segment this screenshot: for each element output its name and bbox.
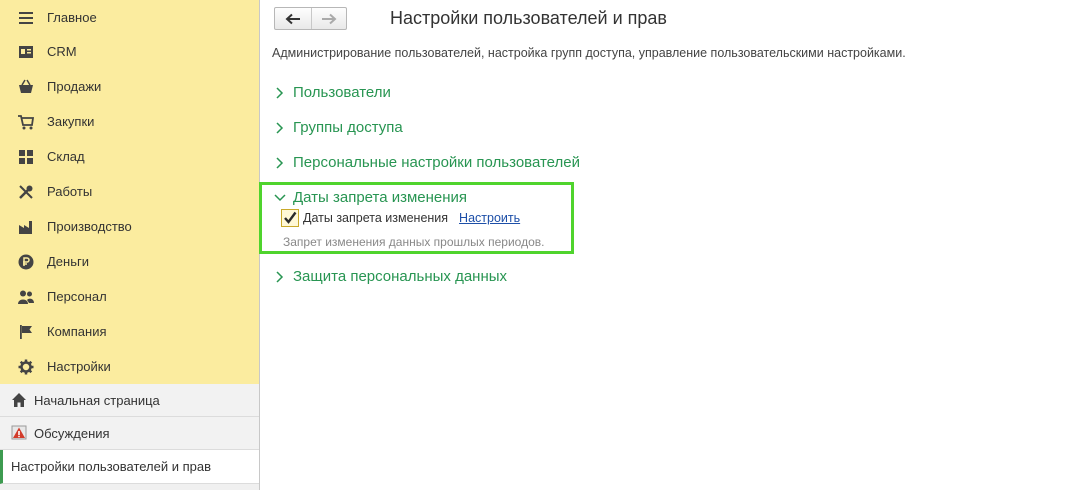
home-icon — [11, 392, 27, 408]
menu-item-main[interactable]: Главное — [0, 0, 259, 35]
back-button[interactable] — [275, 8, 311, 29]
menu-item-works[interactable]: Работы — [0, 174, 259, 209]
section-title: Персональные настройки пользователей — [293, 154, 580, 171]
menu-item-label: Главное — [47, 10, 97, 25]
arrow-left-icon — [285, 13, 300, 24]
configure-link[interactable]: Настроить — [459, 211, 520, 225]
menu-item-crm[interactable]: CRM — [0, 34, 259, 69]
section-change-lock-dates[interactable]: Даты запрета изменения — [274, 189, 467, 206]
page-title: Настройки пользователей и прав — [390, 8, 667, 28]
menu-item-label: Персонал — [47, 289, 107, 304]
section-title: Даты запрета изменения — [293, 189, 468, 206]
history-nav — [274, 7, 347, 30]
change-lock-row: Даты запрета изменения Настроить — [281, 209, 520, 227]
change-lock-checkbox[interactable] — [281, 209, 299, 227]
section-users[interactable]: Пользователи — [274, 84, 391, 101]
change-lock-hint: Запрет изменения данных прошлых периодов… — [283, 235, 545, 249]
menu-item-sales[interactable]: Продажи — [0, 69, 259, 104]
open-window-label: Начальная страница — [34, 392, 160, 408]
chevron-right-icon — [274, 270, 286, 283]
chevron-down-icon — [274, 192, 286, 204]
open-window-home[interactable]: Начальная страница — [0, 384, 259, 417]
people-icon — [17, 288, 35, 306]
menu-item-label: Настройки — [47, 359, 111, 374]
section-title: Защита персональных данных — [293, 268, 508, 285]
factory-icon — [17, 218, 35, 236]
ruble-coin-icon — [17, 253, 35, 271]
menu-item-label: Работы — [47, 184, 93, 199]
menu-item-label: CRM — [47, 44, 77, 59]
menu-item-label: Производство — [47, 219, 132, 234]
menu-item-label: Склад — [47, 149, 85, 164]
sidebar: Главное CRM Продажи Закупки Склад Работы… — [0, 0, 260, 490]
arrow-right-icon — [321, 13, 337, 24]
menu-icon — [17, 9, 35, 27]
open-window-label: Обсуждения — [34, 425, 110, 441]
menu-item-label: Деньги — [47, 254, 89, 269]
menu-item-production[interactable]: Производство — [0, 209, 259, 244]
section-access-groups[interactable]: Группы доступа — [274, 119, 403, 136]
cart-icon — [17, 113, 35, 131]
section-title: Пользователи — [293, 84, 391, 101]
tools-icon — [17, 183, 35, 201]
chevron-right-icon — [274, 121, 286, 134]
menu-item-warehouse[interactable]: Склад — [0, 139, 259, 174]
menu-item-money[interactable]: Деньги — [0, 244, 259, 279]
sections-menu: Главное CRM Продажи Закупки Склад Работы… — [0, 0, 259, 384]
menu-item-staff[interactable]: Персонал — [0, 279, 259, 314]
flag-icon — [17, 323, 35, 341]
section-personal-data-protection[interactable]: Защита персональных данных — [274, 268, 507, 285]
section-title: Группы доступа — [293, 119, 403, 136]
open-windows-list: Начальная страница Обсуждения Настройки … — [0, 384, 259, 490]
open-window-user-settings[interactable]: Настройки пользователей и прав — [0, 450, 259, 484]
menu-item-settings[interactable]: Настройки — [0, 349, 259, 384]
chevron-right-icon — [274, 156, 286, 169]
open-window-discussions[interactable]: Обсуждения — [0, 417, 259, 450]
menu-item-purchases[interactable]: Закупки — [0, 104, 259, 139]
basket-icon — [17, 78, 35, 96]
warehouse-grid-icon — [17, 148, 35, 166]
menu-item-label: Закупки — [47, 114, 95, 129]
menu-item-company[interactable]: Компания — [0, 314, 259, 349]
alert-icon — [11, 425, 27, 441]
section-personal-settings[interactable]: Персональные настройки пользователей — [274, 154, 580, 171]
open-window-label: Настройки пользователей и прав — [11, 459, 212, 474]
crm-card-icon — [17, 43, 35, 61]
menu-item-label: Компания — [47, 324, 107, 339]
checkmark-icon — [284, 211, 297, 224]
menu-item-label: Продажи — [47, 79, 102, 94]
change-lock-checkbox-label[interactable]: Даты запрета изменения — [303, 211, 448, 225]
chevron-right-icon — [274, 86, 286, 99]
gear-icon — [17, 358, 35, 376]
page-description: Администрирование пользователей, настрой… — [272, 46, 906, 60]
forward-button[interactable] — [310, 8, 347, 29]
